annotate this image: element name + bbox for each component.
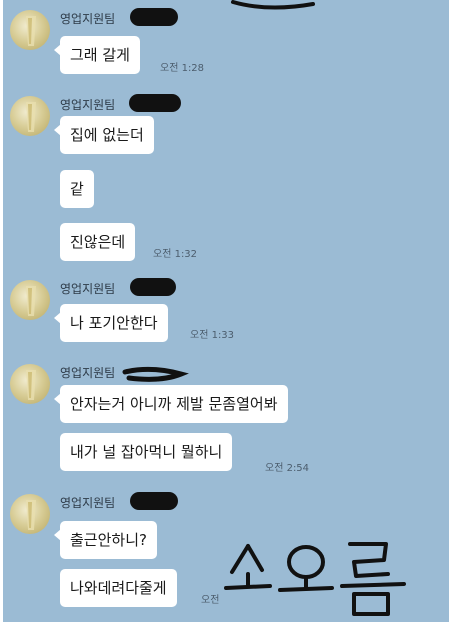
message-time: 오전 1:28 (160, 63, 205, 74)
message-text: 출근안하니? (70, 531, 147, 549)
message-bubble[interactable]: 나 포기안한다 (54, 304, 168, 342)
sender-name: 영업지원팀 (60, 12, 116, 26)
handwritten-signature (224, 542, 406, 616)
message-bubble[interactable]: 같 (60, 170, 94, 208)
message-group: 영업지원팀 그래 갈게 오전 1:28 (3, 6, 449, 76)
message-text: 같 (70, 180, 84, 198)
avatar[interactable] (10, 280, 50, 320)
message-time: 오전 (201, 595, 220, 606)
sender-name: 영업지원팀 (60, 98, 116, 112)
profile-photo-icon (26, 16, 36, 46)
message-text: 나와데려다줄게 (70, 579, 167, 597)
message-bubble[interactable]: 그래 갈게 (54, 36, 140, 74)
message-bubble[interactable]: 진않은데 (60, 223, 136, 261)
message-text: 내가 널 잡아먹니 뭘하니 (70, 443, 223, 461)
message-group: 영업지원팀 나 포기안한다 오전 1:33 (3, 276, 449, 346)
message-time: 오전 2:54 (265, 463, 310, 474)
profile-photo-icon (26, 102, 36, 132)
message-bubble[interactable]: 안자는거 아니까 제발 문좀열어봐 (54, 385, 288, 423)
message-time: 오전 1:32 (153, 249, 198, 260)
message-group: 영업지원팀 안자는거 아니까 제발 문좀열어봐 내가 널 잡아먹니 뭘하니 오전… (3, 360, 449, 480)
message-bubble[interactable]: 집에 없는더 (54, 116, 154, 154)
avatar[interactable] (10, 10, 50, 50)
profile-photo-icon (26, 286, 36, 316)
redaction-mark (130, 8, 178, 26)
profile-photo-icon (26, 500, 36, 530)
sender-name: 영업지원팀 (60, 496, 116, 510)
redaction-mark (130, 492, 178, 510)
avatar[interactable] (10, 494, 50, 534)
sender-name: 영업지원팀 (60, 282, 116, 296)
message-bubble[interactable]: 내가 널 잡아먹니 뭘하니 (60, 433, 233, 471)
message-text: 나 포기안한다 (70, 314, 158, 332)
message-bubble[interactable]: 나와데려다줄게 (60, 569, 177, 607)
avatar[interactable] (10, 364, 50, 404)
sender-name: 영업지원팀 (60, 366, 116, 380)
message-text: 그래 갈게 (70, 46, 130, 64)
profile-photo-icon (26, 370, 36, 400)
redaction-mark (122, 366, 189, 382)
message-text: 집에 없는더 (70, 126, 144, 144)
message-text: 안자는거 아니까 제발 문좀열어봐 (70, 395, 278, 413)
chat-window[interactable]: 영업지원팀 그래 갈게 오전 1:28 영업지원팀 집에 없는더 같 진않은데 … (3, 0, 449, 622)
message-time: 오전 1:33 (190, 330, 235, 341)
redaction-mark (130, 278, 176, 296)
avatar[interactable] (10, 96, 50, 136)
redaction-mark (129, 94, 181, 112)
message-group: 영업지원팀 집에 없는더 같 진않은데 오전 1:32 (3, 92, 449, 262)
message-bubble[interactable]: 출근안하니? (54, 521, 157, 559)
message-text: 진않은데 (70, 233, 126, 251)
